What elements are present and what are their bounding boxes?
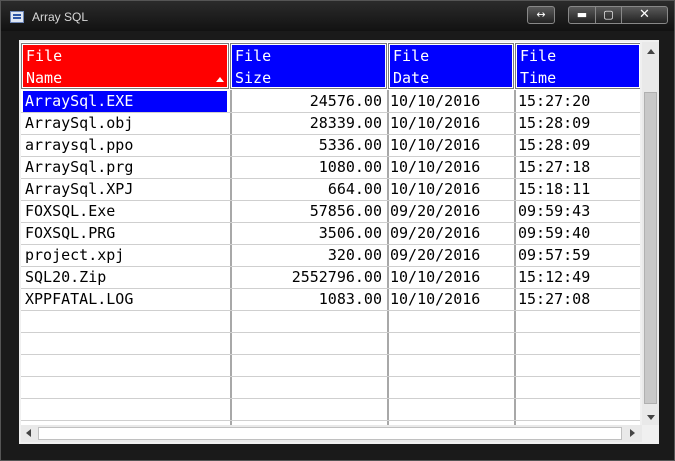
vertical-scrollbar[interactable]	[642, 42, 659, 425]
window-title: Array SQL	[32, 10, 89, 24]
table-cell[interactable]: 15:27:18	[518, 157, 638, 178]
table-cell[interactable]: 15:28:09	[518, 113, 638, 134]
table-cell[interactable]: 10/10/2016	[390, 289, 514, 310]
table-cell[interactable]: 2552796.00	[232, 267, 382, 288]
array-sql-window: Array SQL ↔ ▬ ▢ ✕ File Name File Size Fi…	[0, 0, 675, 461]
table-cell[interactable]: 28339.00	[232, 113, 382, 134]
scroll-right-icon[interactable]	[630, 429, 635, 437]
column-header-file-date[interactable]: File Date	[388, 43, 514, 89]
table-cell[interactable]: 10/10/2016	[390, 91, 514, 112]
table-cell[interactable]: 15:12:49	[518, 267, 638, 288]
table-cell[interactable]: 3506.00	[232, 223, 382, 244]
close-button[interactable]: ✕	[621, 6, 668, 24]
row-divider	[21, 332, 640, 333]
column-header-file-time[interactable]: File Time	[515, 43, 640, 89]
header-line1: File	[393, 47, 430, 65]
table-cell[interactable]: 10/10/2016	[390, 113, 514, 134]
row-divider	[21, 354, 640, 355]
row-divider	[21, 310, 640, 311]
column-divider	[514, 90, 517, 425]
table-cell[interactable]: 1080.00	[232, 157, 382, 178]
header-line1: File	[26, 47, 63, 65]
table-cell[interactable]: 10/10/2016	[390, 157, 514, 178]
table-cell[interactable]: 10/10/2016	[390, 179, 514, 200]
table-cell[interactable]: 5336.00	[232, 135, 382, 156]
browse-area: File Name File Size File Date File Time …	[19, 40, 659, 444]
scroll-down-icon[interactable]	[647, 415, 655, 420]
table-cell[interactable]: 57856.00	[232, 201, 382, 222]
header-line2: Name	[26, 69, 63, 87]
table-cell[interactable]: project.xpj	[25, 245, 225, 266]
row-divider	[21, 398, 640, 399]
scroll-up-icon[interactable]	[647, 49, 655, 54]
file-grid[interactable]: File Name File Size File Date File Time …	[21, 42, 640, 425]
table-cell[interactable]: ArraySql.XPJ	[25, 179, 225, 200]
resize-button[interactable]: ↔	[527, 6, 555, 24]
table-cell[interactable]: 09/20/2016	[390, 245, 514, 266]
table-cell[interactable]: XPPFATAL.LOG	[25, 289, 225, 310]
table-cell[interactable]: 09:59:43	[518, 201, 638, 222]
header-line2: Time	[520, 69, 557, 87]
header-line2: Date	[393, 69, 430, 87]
table-cell[interactable]: FOXSQL.PRG	[25, 223, 225, 244]
table-cell[interactable]: 09/20/2016	[390, 223, 514, 244]
table-cell[interactable]: ArraySql.prg	[25, 157, 225, 178]
scrollbar-corner	[642, 425, 659, 442]
table-cell[interactable]: 1083.00	[232, 289, 382, 310]
table-cell[interactable]: 10/10/2016	[390, 267, 514, 288]
table-cell[interactable]: 09/20/2016	[390, 201, 514, 222]
table-cell[interactable]: 15:28:09	[518, 135, 638, 156]
table-cell[interactable]: 664.00	[232, 179, 382, 200]
title-bar[interactable]: Array SQL ↔ ▬ ▢ ✕	[1, 1, 674, 31]
column-header-file-size[interactable]: File Size	[230, 43, 387, 89]
horizontal-scroll-track[interactable]	[38, 427, 622, 440]
table-cell[interactable]: ArraySql.EXE	[25, 91, 225, 112]
table-cell[interactable]: 320.00	[232, 245, 382, 266]
table-cell[interactable]: 24576.00	[232, 91, 382, 112]
maximize-button[interactable]: ▢	[595, 6, 622, 24]
sort-ascending-icon	[216, 77, 224, 82]
minimize-button[interactable]: ▬	[568, 6, 596, 24]
column-header-file-name[interactable]: File Name	[21, 43, 229, 89]
table-cell[interactable]: FOXSQL.Exe	[25, 201, 225, 222]
table-cell[interactable]: 09:59:40	[518, 223, 638, 244]
table-cell[interactable]: 15:27:20	[518, 91, 638, 112]
header-line2: Size	[235, 69, 272, 87]
table-cell[interactable]: 09:57:59	[518, 245, 638, 266]
header-line1: File	[520, 47, 557, 65]
app-icon[interactable]	[10, 11, 24, 23]
header-line1: File	[235, 47, 272, 65]
horizontal-scrollbar[interactable]	[21, 425, 642, 442]
table-cell[interactable]: SQL20.Zip	[25, 267, 225, 288]
table-cell[interactable]: ArraySql.obj	[25, 113, 225, 134]
row-divider	[21, 420, 640, 421]
table-cell[interactable]: 15:18:11	[518, 179, 638, 200]
table-cell[interactable]: 15:27:08	[518, 289, 638, 310]
row-divider	[21, 376, 640, 377]
vertical-scroll-thumb[interactable]	[644, 92, 657, 404]
scroll-left-icon[interactable]	[26, 429, 31, 437]
table-cell[interactable]: arraysql.ppo	[25, 135, 225, 156]
table-cell[interactable]: 10/10/2016	[390, 135, 514, 156]
